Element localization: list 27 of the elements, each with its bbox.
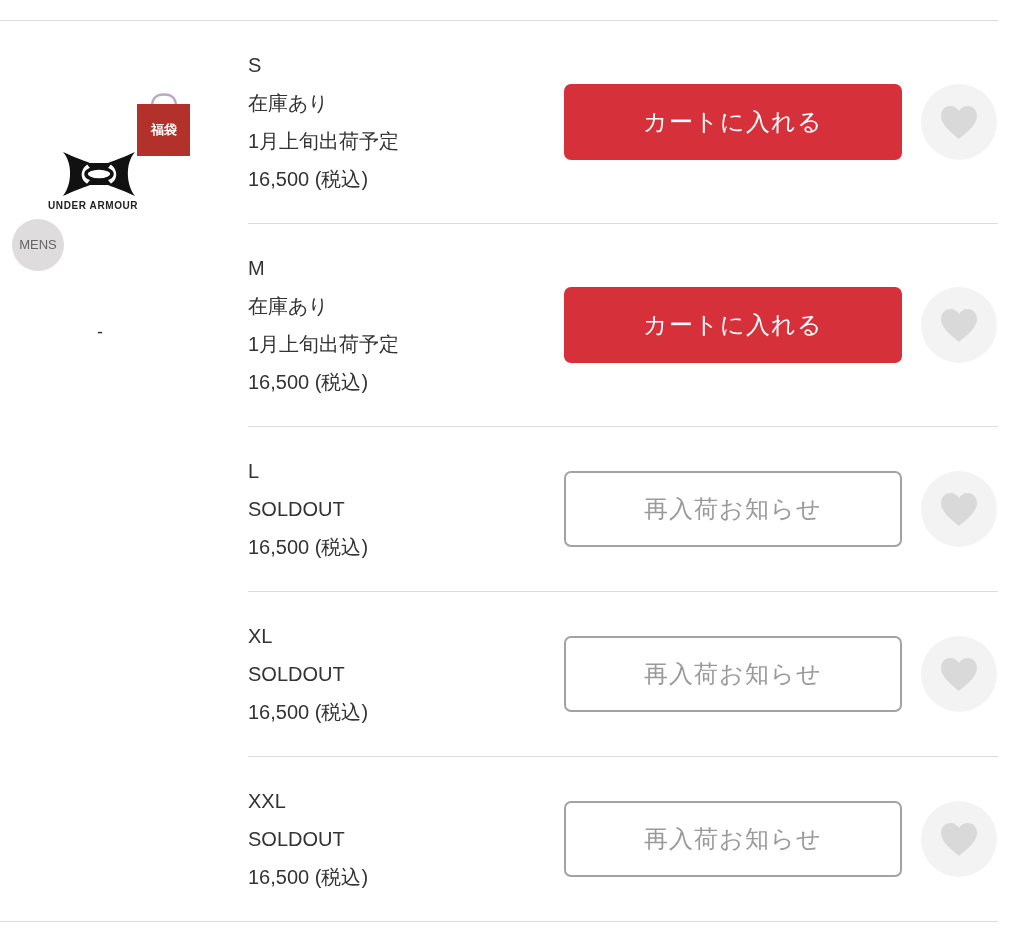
size-label: XL	[248, 624, 273, 649]
add-to-cart-button[interactable]: カートに入れる	[564, 84, 902, 160]
lucky-bag-label: 福袋	[137, 104, 190, 156]
stock-status: 在庫あり	[248, 294, 328, 319]
brand-logo-icon	[62, 151, 136, 197]
shipping-estimate: 1月上旬出荷予定	[248, 129, 400, 154]
size-label: M	[248, 256, 265, 281]
add-to-cart-button[interactable]: カートに入れる	[564, 287, 902, 363]
restock-notify-button[interactable]: 再入荷お知らせ	[564, 471, 902, 547]
brand-name: UNDER ARMOUR	[48, 200, 139, 212]
stock-status: SOLDOUT	[248, 662, 345, 687]
restock-notify-button[interactable]: 再入荷お知らせ	[564, 636, 902, 712]
stock-status: SOLDOUT	[248, 827, 345, 852]
stock-status: SOLDOUT	[248, 497, 345, 522]
shipping-estimate: 1月上旬出荷予定	[248, 332, 400, 357]
price: 16,500 (税込)	[248, 167, 369, 192]
price: 16,500 (税込)	[248, 865, 369, 890]
size-label: S	[248, 53, 262, 78]
restock-notify-button[interactable]: 再入荷お知らせ	[564, 801, 902, 877]
size-label: L	[248, 459, 260, 484]
mens-badge: MENS	[12, 219, 64, 271]
product-note: -	[97, 321, 103, 344]
price: 16,500 (税込)	[248, 535, 369, 560]
price: 16,500 (税込)	[248, 700, 369, 725]
size-label: XXL	[248, 789, 286, 814]
stock-status: 在庫あり	[248, 91, 328, 116]
price: 16,500 (税込)	[248, 370, 369, 395]
